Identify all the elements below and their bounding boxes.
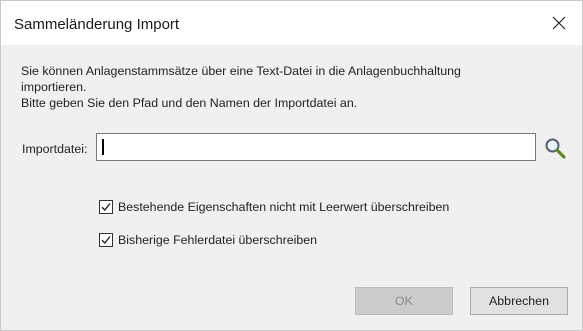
checkbox[interactable] (99, 200, 113, 214)
cancel-button[interactable]: Abbrechen (470, 287, 568, 315)
import-dialog: Sammeländerung Import Sie können Anlagen… (0, 0, 583, 331)
checkmark-icon (101, 236, 111, 245)
checkbox-label: Bisherige Fehlerdatei überschreiben (118, 233, 318, 247)
checkmark-icon (101, 203, 111, 212)
import-file-input[interactable] (96, 133, 536, 161)
title-bar: Sammeländerung Import (1, 1, 582, 45)
dialog-body: Sie können Anlagenstammsätze über eine T… (1, 45, 582, 330)
checkbox[interactable] (99, 233, 113, 247)
import-file-label: Importdatei: (22, 142, 88, 156)
dialog-title: Sammeländerung Import (14, 16, 180, 33)
browse-search-button[interactable] (543, 136, 567, 160)
close-button[interactable] (536, 1, 582, 45)
text-caret (102, 139, 104, 155)
description-line: Sie können Anlagenstammsätze über eine T… (21, 64, 461, 78)
description-text: Sie können Anlagenstammsätze über eine T… (21, 63, 561, 111)
option-overwrite-empty[interactable]: Bestehende Eigenschaften nicht mit Leerw… (99, 200, 449, 214)
option-overwrite-errorfile[interactable]: Bisherige Fehlerdatei überschreiben (99, 233, 317, 247)
magnifier-icon (545, 138, 566, 159)
ok-button[interactable]: OK (355, 287, 453, 315)
description-line: Bitte geben Sie den Pfad und den Namen d… (21, 96, 358, 110)
description-line: importieren. (21, 80, 87, 94)
close-icon (552, 16, 566, 30)
checkbox-label: Bestehende Eigenschaften nicht mit Leerw… (118, 200, 450, 214)
